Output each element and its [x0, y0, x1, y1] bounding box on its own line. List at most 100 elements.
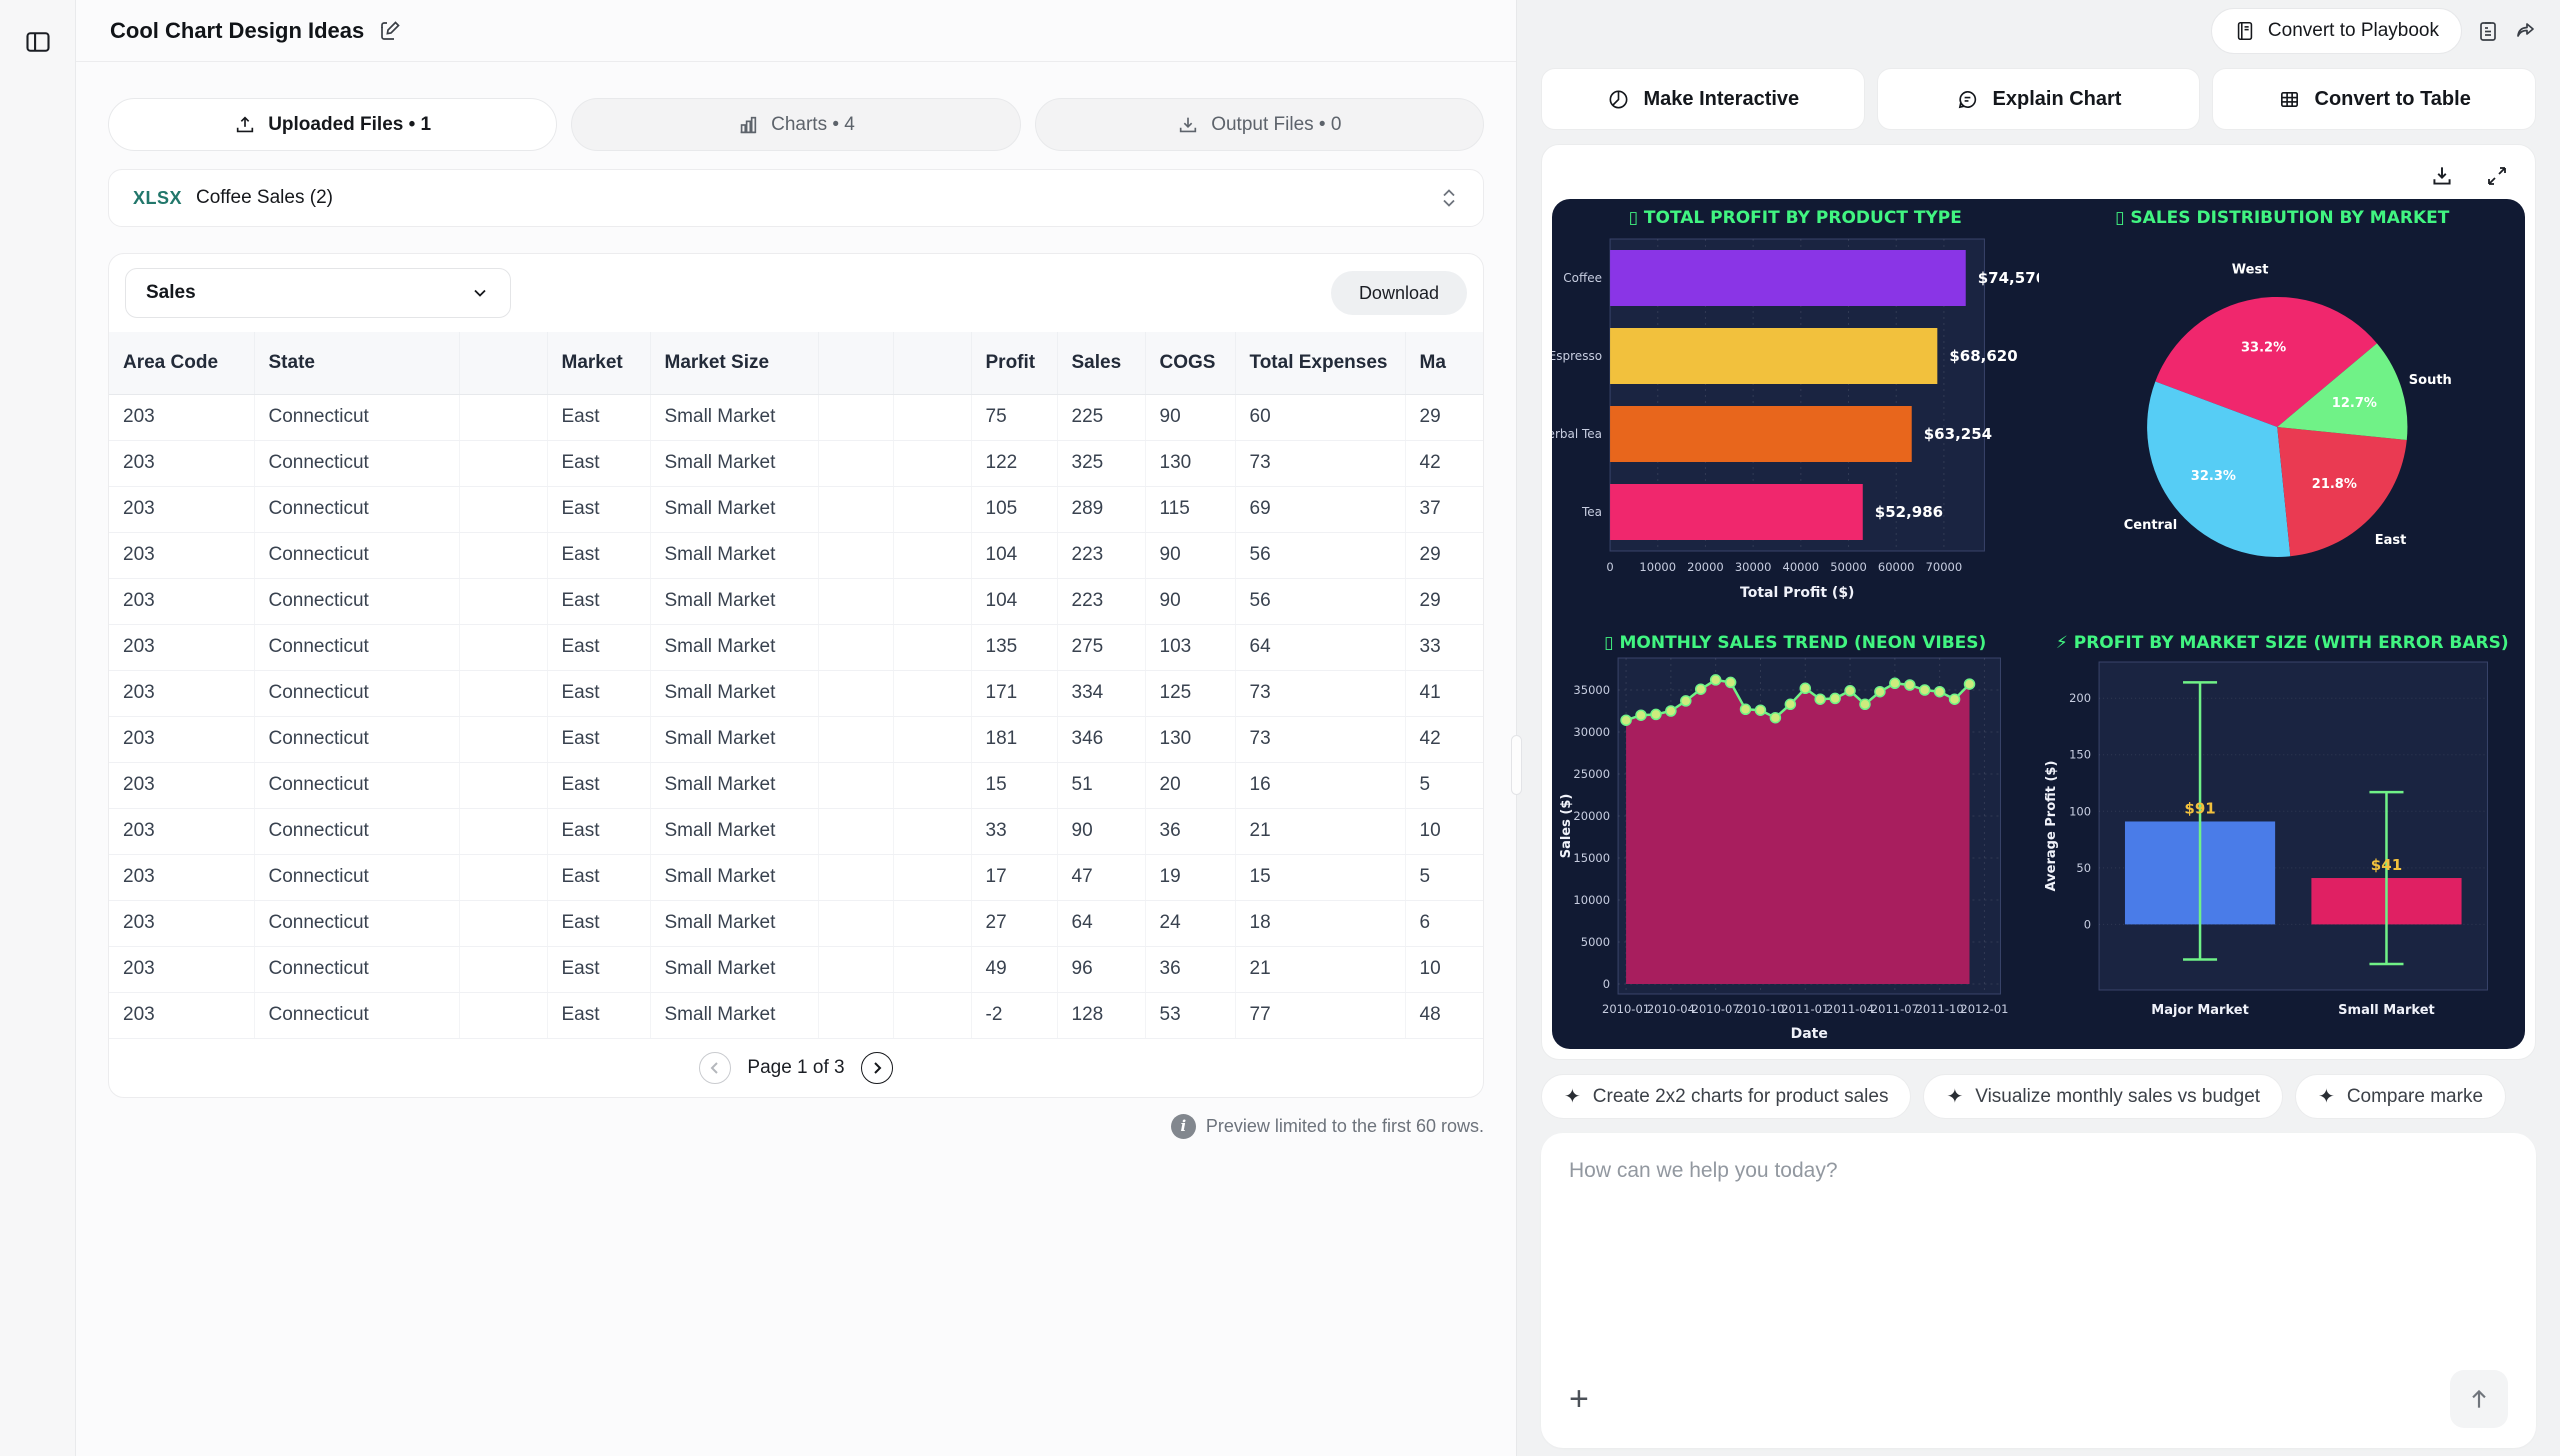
- clipboard-button[interactable]: [2476, 18, 2500, 44]
- table-cell: 346: [1057, 716, 1145, 762]
- svg-text:2012-01: 2012-01: [1960, 1002, 2008, 1016]
- next-page-button[interactable]: [861, 1052, 893, 1084]
- svg-text:200: 200: [2069, 691, 2091, 705]
- send-arrow-icon: [2466, 1386, 2492, 1412]
- download-chart-icon: [2429, 163, 2455, 189]
- svg-text:$68,620: $68,620: [1949, 347, 2017, 365]
- table-cell: 19: [1145, 854, 1235, 900]
- suggestion-chip-1-label: Create 2x2 charts for product sales: [1593, 1086, 1889, 1108]
- table-cell: 20: [1145, 762, 1235, 808]
- table-cell: Small Market: [650, 440, 818, 486]
- svg-text:20000: 20000: [1687, 560, 1724, 574]
- preview-note-text: Preview limited to the first 60 rows.: [1206, 1116, 1484, 1137]
- table-cell: [459, 486, 547, 532]
- make-interactive-button[interactable]: Make Interactive: [1541, 68, 1865, 130]
- table-cell: 203: [109, 486, 254, 532]
- svg-text:2010-01: 2010-01: [1602, 1002, 1650, 1016]
- table-cell: [818, 532, 893, 578]
- table-cell: [818, 670, 893, 716]
- svg-text:West: West: [2231, 262, 2268, 277]
- table-cell: Connecticut: [254, 578, 459, 624]
- tab-output-files[interactable]: Output Files • 0: [1035, 98, 1484, 151]
- left-main: Cool Chart Design Ideas Uploaded Files •…: [76, 0, 1517, 1456]
- tab-uploaded-files[interactable]: Uploaded Files • 1: [108, 98, 557, 151]
- suggestion-chip-3[interactable]: ✦ Compare marke: [2295, 1074, 2506, 1119]
- table-cell: [459, 394, 547, 440]
- svg-text:$63,254: $63,254: [1924, 425, 1992, 443]
- table-cell: 135: [971, 624, 1057, 670]
- suggestion-chip-1[interactable]: ✦ Create 2x2 charts for product sales: [1541, 1074, 1911, 1119]
- svg-text:2011-04: 2011-04: [1826, 1002, 1874, 1016]
- table-cell: East: [547, 900, 650, 946]
- table-row: 203ConnecticutEastSmall Market174719155: [109, 854, 1483, 900]
- table-cell: [459, 854, 547, 900]
- svg-text:0: 0: [1603, 977, 1610, 991]
- chart-monthly-sales-area: 2010-012010-042010-072010-102011-012011-…: [1552, 624, 2039, 1049]
- table-cell: [818, 486, 893, 532]
- table-cell: Small Market: [650, 854, 818, 900]
- sidebar-toggle-icon: [23, 28, 53, 56]
- file-type-badge: XLSX: [133, 188, 182, 209]
- suggestion-chip-2[interactable]: ✦ Visualize monthly sales vs budget: [1923, 1074, 2283, 1119]
- table-cell: 73: [1235, 716, 1405, 762]
- table-cell: 122: [971, 440, 1057, 486]
- table-cell: 24: [1145, 900, 1235, 946]
- attach-button[interactable]: +: [1569, 1382, 1589, 1416]
- table-cell: 73: [1235, 440, 1405, 486]
- svg-text:$91: $91: [2184, 799, 2215, 817]
- left-content: Uploaded Files • 1 Charts • 4 Output Fil…: [76, 62, 1516, 1139]
- expand-icon: [2485, 164, 2509, 188]
- convert-to-playbook-button[interactable]: Convert to Playbook: [2211, 8, 2462, 54]
- table-cell: [459, 670, 547, 716]
- column-header: Ma: [1405, 332, 1483, 394]
- tab-output-files-label: Output Files • 0: [1211, 114, 1341, 136]
- interactive-pie-icon: [1607, 88, 1630, 111]
- send-button[interactable]: [2450, 1370, 2508, 1428]
- svg-text:5000: 5000: [1581, 935, 1610, 949]
- file-selector[interactable]: XLSX Coffee Sales (2): [108, 169, 1484, 227]
- chevron-up-down-icon: [1439, 187, 1459, 209]
- table-cell: 325: [1057, 440, 1145, 486]
- right-header: Convert to Playbook: [1517, 0, 2560, 62]
- explain-chart-button[interactable]: Explain Chart: [1877, 68, 2201, 130]
- chat-input[interactable]: [1569, 1159, 2508, 1370]
- table-cell: [818, 808, 893, 854]
- expand-chart-button[interactable]: [2485, 164, 2509, 188]
- table-cell: 203: [109, 992, 254, 1038]
- chart-figure: 010000200003000040000500006000070000$74,…: [1552, 199, 2525, 1049]
- table-cell: 334: [1057, 670, 1145, 716]
- download-table-button[interactable]: Download: [1331, 271, 1467, 315]
- rename-title-button[interactable]: [378, 19, 402, 43]
- table-cell: [893, 670, 971, 716]
- file-name: Coffee Sales (2): [196, 187, 333, 209]
- table-cell: [818, 440, 893, 486]
- table-cell: Connecticut: [254, 992, 459, 1038]
- table-cell: East: [547, 440, 650, 486]
- table-cell: [459, 762, 547, 808]
- panel-resize-handle[interactable]: [1511, 735, 1522, 795]
- table-cell: 203: [109, 394, 254, 440]
- table-cell: 96: [1057, 946, 1145, 992]
- download-chart-button[interactable]: [2429, 163, 2455, 189]
- chevron-left-icon: [708, 1061, 722, 1075]
- table-cell: [893, 440, 971, 486]
- share-button[interactable]: [2514, 19, 2538, 43]
- table-cell: Connecticut: [254, 854, 459, 900]
- convert-to-table-button[interactable]: Convert to Table: [2212, 68, 2536, 130]
- table-cell: 103: [1145, 624, 1235, 670]
- table-card-header: Sales Download: [109, 254, 1483, 332]
- sheet-select[interactable]: Sales: [125, 268, 511, 318]
- table-cell: 5: [1405, 854, 1483, 900]
- svg-text:35000: 35000: [1573, 683, 1610, 697]
- tab-charts[interactable]: Charts • 4: [571, 98, 1020, 151]
- sparkle-icon: ✦: [1946, 1084, 1963, 1109]
- sidebar-toggle-button[interactable]: [18, 22, 58, 62]
- prev-page-button[interactable]: [699, 1052, 731, 1084]
- table-cell: 36: [1145, 808, 1235, 854]
- data-table: Area CodeStateMarketMarket SizeProfitSal…: [109, 332, 1483, 1039]
- svg-text:$41: $41: [2370, 856, 2401, 874]
- download-icon: [1177, 114, 1199, 136]
- chat-card: +: [1541, 1133, 2536, 1448]
- svg-text:▯ MONTHLY SALES TREND (NEON VI: ▯ MONTHLY SALES TREND (NEON VIBES): [1604, 633, 1986, 653]
- chat-bottom-bar: +: [1569, 1370, 2508, 1428]
